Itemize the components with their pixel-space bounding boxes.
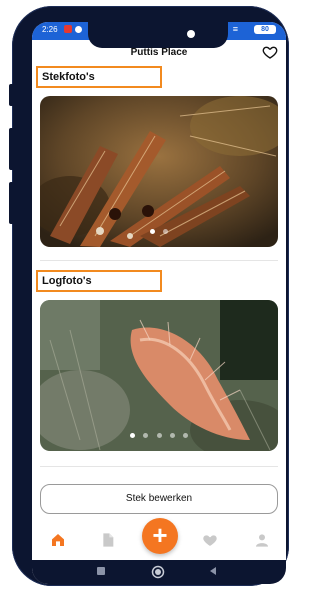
recents-icon[interactable]: [96, 566, 106, 576]
home-icon[interactable]: [50, 532, 66, 548]
notification-icon: [64, 25, 72, 33]
volume-up-key: [9, 84, 14, 106]
carousel-dot[interactable]: [183, 433, 189, 438]
carousel-dot[interactable]: [149, 229, 155, 234]
add-button[interactable]: +: [142, 518, 178, 554]
carousel-dot[interactable]: [143, 433, 149, 438]
back-icon[interactable]: [208, 566, 218, 576]
section-title-logfotos: Logfoto's: [36, 270, 162, 292]
section-title-stekfotos: Stekfoto's: [36, 66, 162, 88]
document-icon[interactable]: [100, 532, 116, 548]
volume-down-key: [9, 128, 14, 170]
edit-stek-button[interactable]: Stek bewerken: [40, 484, 278, 514]
carousel-dot[interactable]: [156, 433, 162, 438]
battery-icon: 80: [254, 25, 276, 34]
carousel-dot[interactable]: [169, 433, 175, 438]
carousel-dot[interactable]: [129, 433, 135, 438]
profile-icon[interactable]: [254, 532, 270, 548]
favorite-heart-icon[interactable]: [262, 44, 278, 60]
stek-photo-carousel[interactable]: [40, 96, 278, 247]
carousel-dots: [40, 221, 278, 239]
heart-icon[interactable]: [202, 532, 218, 548]
wifi-icon: ≡: [232, 24, 238, 34]
divider: [40, 466, 278, 467]
notification-dot-icon: [75, 26, 82, 33]
status-time: 2:26: [42, 25, 58, 34]
log-photo-carousel[interactable]: [40, 300, 278, 451]
carousel-dot[interactable]: [163, 229, 169, 234]
page-title: Puttis Place: [130, 47, 188, 58]
system-nav-bar: [32, 560, 286, 584]
home-nav-icon[interactable]: [151, 565, 165, 579]
carousel-dots: [40, 425, 278, 443]
divider: [40, 260, 278, 261]
app-header: Puttis Place: [32, 40, 286, 64]
front-camera: [187, 30, 195, 38]
app-screen: 2:26 ≡ 80 Puttis Place Stekfoto's Logfot…: [32, 22, 286, 584]
power-key: [9, 182, 14, 224]
